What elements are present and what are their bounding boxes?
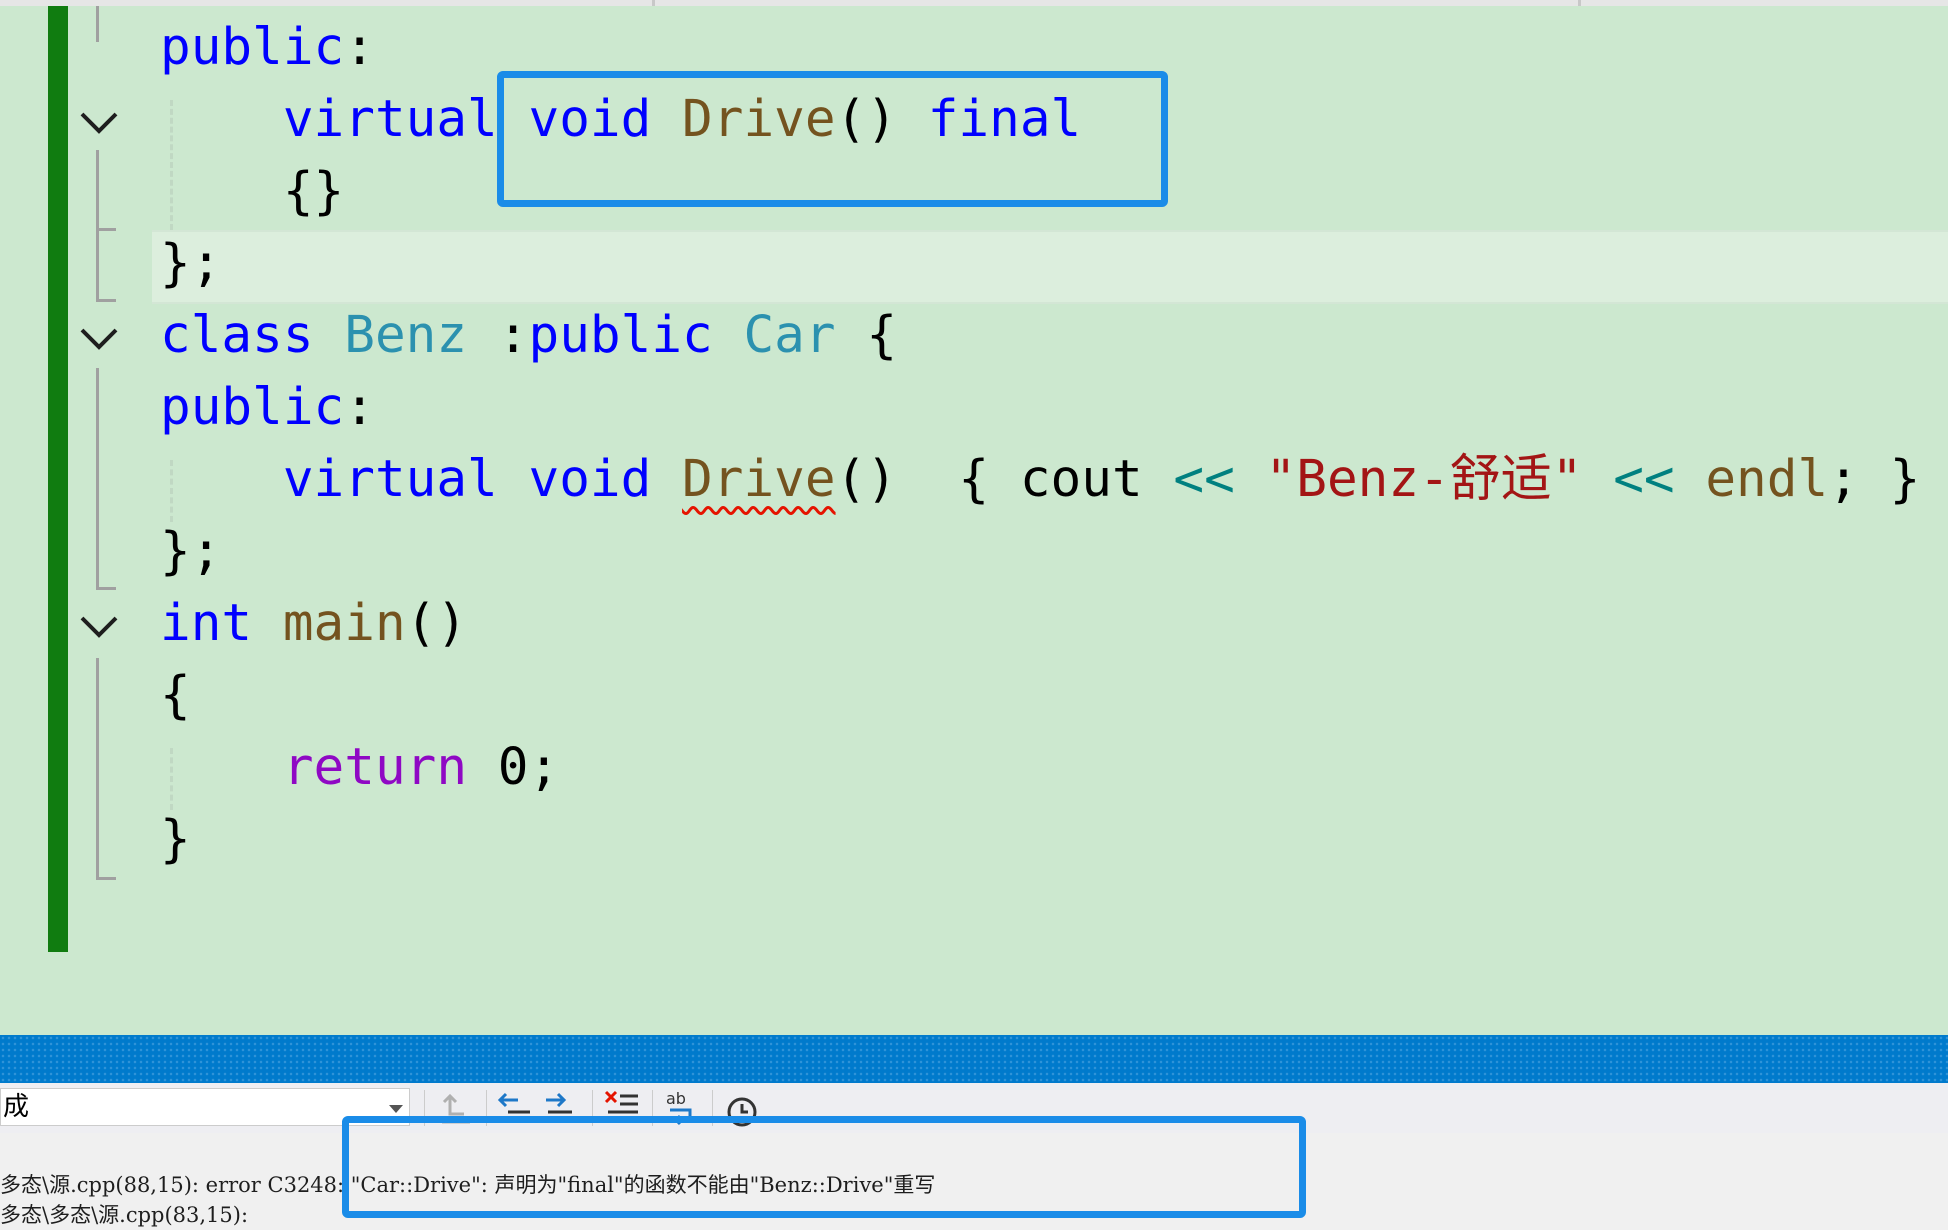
semicolon: ; (1828, 450, 1859, 509)
keyword-public: public (160, 378, 345, 437)
fold-end-tick (96, 228, 116, 231)
close-brace: } (160, 810, 191, 869)
code-line: class Benz :public Car { (160, 300, 897, 372)
type-car: Car (743, 306, 836, 365)
keyword-virtual: virtual (282, 450, 498, 509)
operator-shift: << (1613, 450, 1675, 509)
punct-colon: : (497, 306, 529, 365)
class-end: }; (160, 234, 222, 293)
parens: () (835, 450, 897, 509)
code-line: }; (160, 228, 221, 300)
code-line: }; (160, 516, 221, 588)
open-brace: { (866, 306, 898, 365)
function-name-drive-error[interactable]: Drive (682, 450, 836, 509)
current-line-highlight (152, 230, 1948, 304)
fold-end-tick (96, 877, 116, 880)
operator-shift: << (1173, 450, 1235, 509)
error-highlight-box (342, 1116, 1306, 1218)
code-line: { (160, 660, 191, 732)
keyword-class: class (160, 306, 314, 365)
output-panel-header[interactable] (0, 1035, 1948, 1083)
code-line: int main() (160, 588, 467, 660)
fold-outline (96, 658, 99, 880)
keyword-virtual: virtual (282, 90, 498, 149)
code-line: virtual void Drive() { cout << "Benz-舒适"… (160, 444, 1920, 516)
fold-end-tick (96, 299, 116, 302)
code-line: {} (160, 156, 344, 228)
function-name-main: main (282, 594, 406, 653)
open-brace: { (160, 666, 191, 725)
identifier-endl: endl (1705, 450, 1829, 509)
collapse-chevron-icon[interactable] (78, 102, 120, 144)
punct-colon: : (344, 378, 375, 437)
semicolon: ; (528, 738, 560, 797)
code-line: } (160, 804, 191, 876)
code-line: public: (160, 12, 375, 84)
collapse-chevron-icon[interactable] (78, 318, 120, 360)
fold-outline (96, 6, 99, 42)
fold-end-tick (96, 587, 116, 590)
open-brace: { (958, 450, 990, 509)
keyword-int: int (160, 594, 253, 653)
string-literal: "Benz-舒适" (1265, 450, 1583, 509)
type-benz: Benz (344, 306, 468, 365)
identifier-cout: cout (1019, 450, 1143, 509)
output-line[interactable]: 多态\多态\源.cpp(83,15): (0, 1199, 248, 1229)
number-zero: 0 (497, 738, 529, 797)
keyword-return: return (282, 738, 468, 797)
output-source-value: 成 (3, 1092, 30, 1122)
keyword-public: public (528, 306, 713, 365)
punct-colon: : (344, 18, 375, 77)
fold-outline (96, 368, 99, 590)
code-line: public: (160, 372, 375, 444)
parens: () (405, 594, 468, 653)
collapse-chevron-icon[interactable] (78, 606, 120, 648)
code-editor[interactable]: public: virtual void Drive() final {} };… (0, 0, 1948, 1035)
svg-text:ab: ab (666, 1089, 686, 1108)
chevron-down-icon (389, 1105, 403, 1113)
change-tracking-bar (48, 6, 68, 952)
code-line: return 0; (160, 732, 559, 804)
editor-top-border (0, 0, 1948, 6)
close-brace: } (1889, 450, 1921, 509)
class-end: }; (160, 522, 222, 581)
final-highlight-box (497, 71, 1168, 207)
empty-body-braces: {} (282, 162, 345, 221)
keyword-public: public (160, 18, 345, 77)
fold-outline (96, 150, 99, 302)
keyword-void: void (528, 450, 652, 509)
